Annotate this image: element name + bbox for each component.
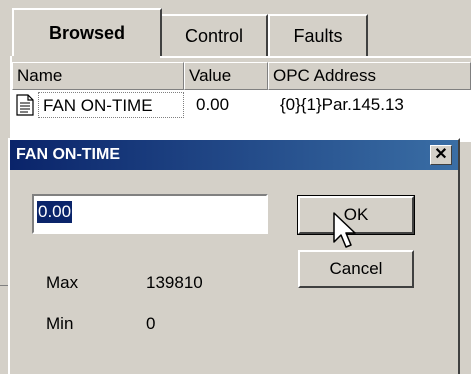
mouse-cursor-icon <box>333 212 357 250</box>
tab-control[interactable]: Control <box>160 14 268 56</box>
max-value: 139810 <box>146 273 203 292</box>
tab-baseline <box>160 56 471 58</box>
row-value: 0.00 <box>196 95 230 114</box>
close-icon: ✕ <box>434 146 448 163</box>
min-value: 0 <box>146 314 156 333</box>
document-icon <box>16 94 34 116</box>
column-header-name[interactable]: Name <box>12 62 184 90</box>
tab-faults[interactable]: Faults <box>268 14 368 56</box>
tab-strip: Browsed Control Faults <box>0 0 471 62</box>
cancel-button[interactable]: Cancel <box>298 250 414 288</box>
max-label: Max <box>46 273 79 292</box>
tab-browsed[interactable]: Browsed <box>12 8 162 56</box>
dialog-titlebar[interactable]: FAN ON-TIME ✕ <box>10 140 458 170</box>
row-opc-address: {0}{1}Par.145.13 <box>280 95 404 114</box>
min-label: Min <box>46 314 74 333</box>
close-button[interactable]: ✕ <box>430 145 452 165</box>
column-header-value[interactable]: Value <box>184 62 268 90</box>
column-header-opc-address[interactable]: OPC Address <box>268 62 471 90</box>
value-input[interactable]: 0.00 <box>32 194 268 234</box>
input-selection: 0.00 <box>37 201 73 223</box>
row-name: FAN ON-TIME <box>38 92 184 118</box>
cancel-label: Cancel <box>329 259 383 278</box>
dialog-title: FAN ON-TIME <box>16 146 120 163</box>
